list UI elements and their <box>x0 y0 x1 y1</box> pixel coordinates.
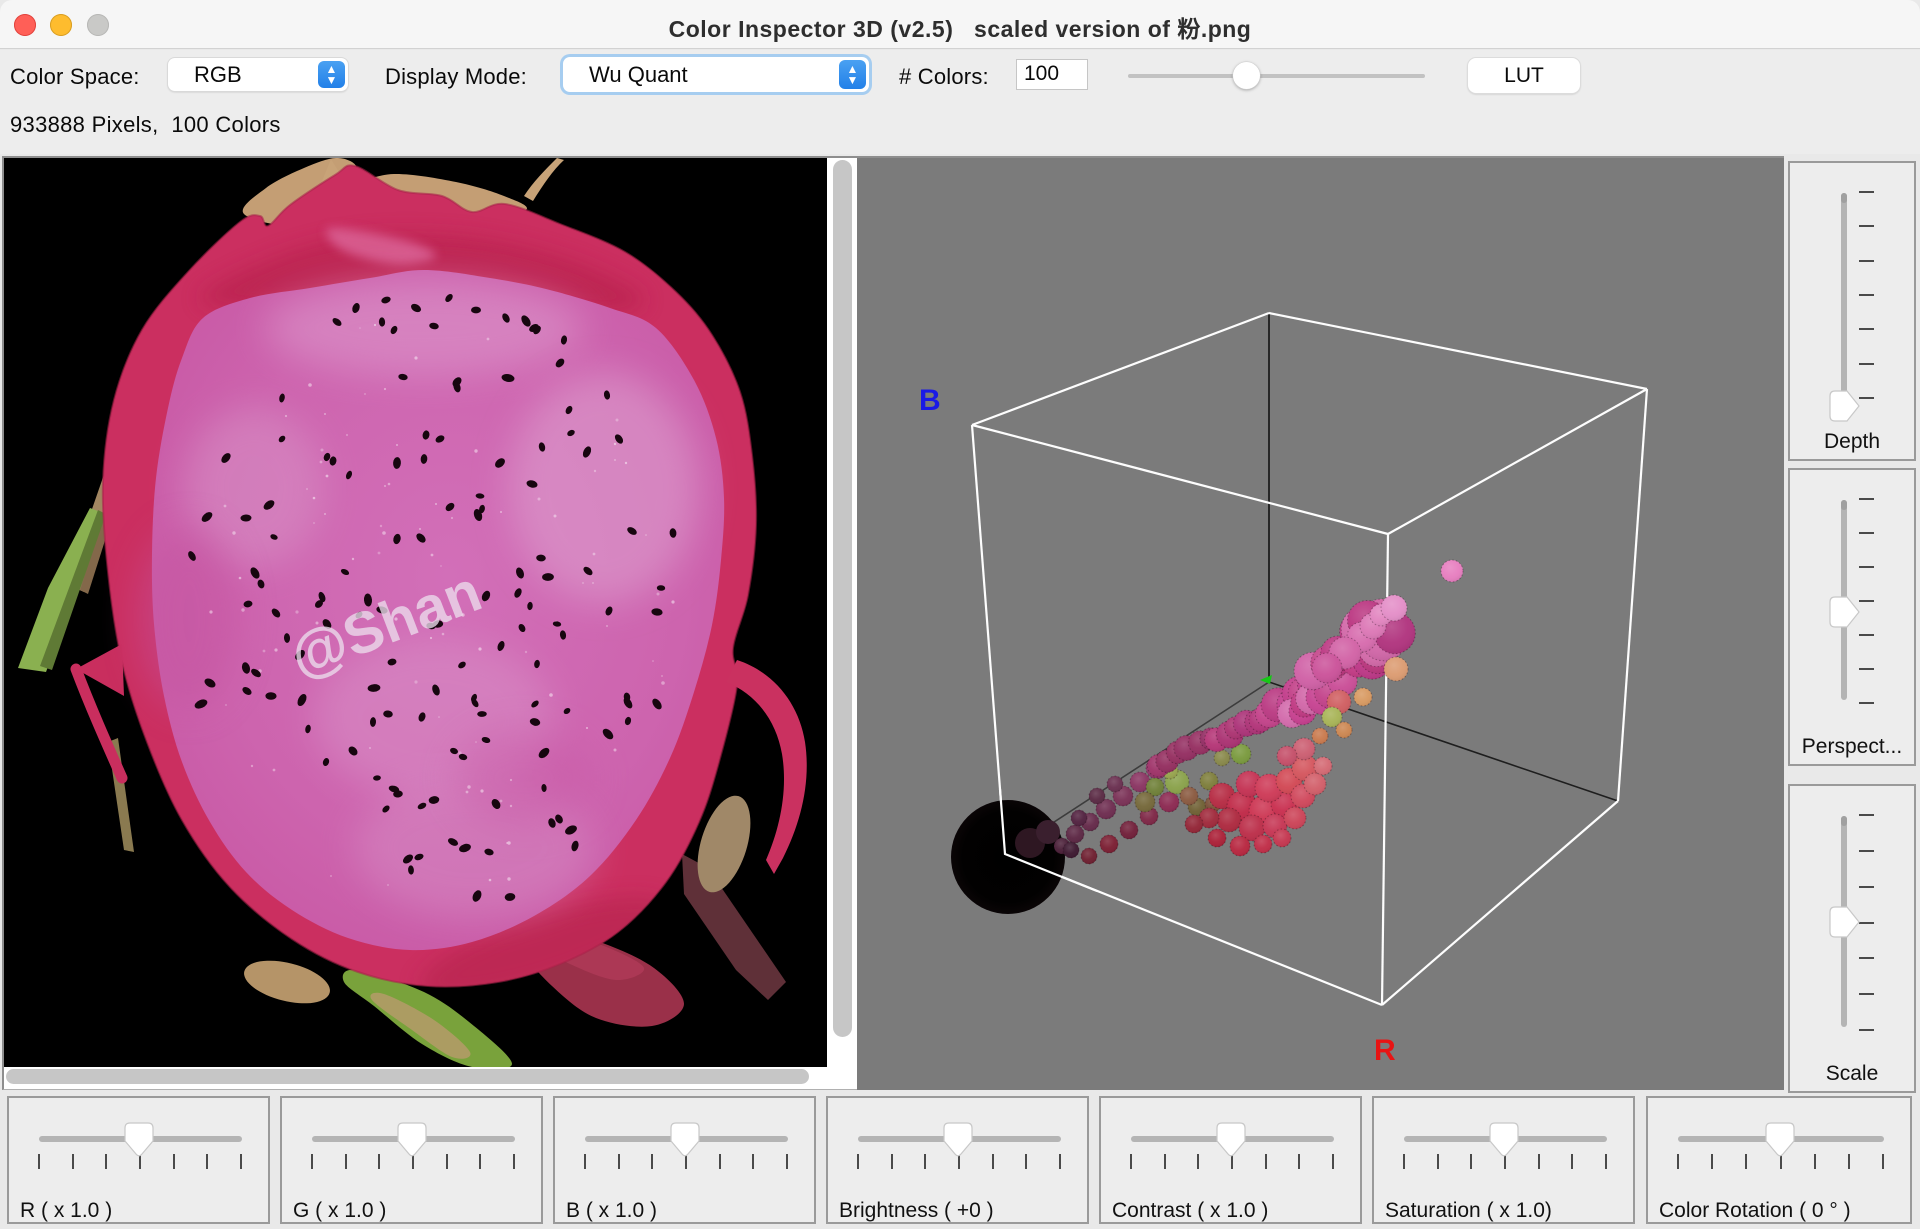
svg-text:Perspect...: Perspect... <box>1802 735 1902 758</box>
svg-text:Contrast ( x 1.0 ): Contrast ( x 1.0 ) <box>1112 1199 1268 1222</box>
svg-text:B: B <box>919 384 941 417</box>
svg-text:Depth: Depth <box>1824 430 1880 453</box>
svg-text:Saturation ( x 1.0): Saturation ( x 1.0) <box>1385 1199 1552 1222</box>
svg-text:Color Rotation ( 0 ° ): Color Rotation ( 0 ° ) <box>1659 1199 1851 1222</box>
svg-text:G ( x 1.0 ): G ( x 1.0 ) <box>293 1199 386 1222</box>
svg-text:B ( x 1.0 ): B ( x 1.0 ) <box>566 1199 657 1222</box>
svg-text:Scale: Scale <box>1826 1062 1879 1085</box>
svg-text:Brightness ( +0 ): Brightness ( +0 ) <box>839 1199 994 1222</box>
svg-text:R ( x 1.0 ): R ( x 1.0 ) <box>20 1199 112 1222</box>
svg-text:R: R <box>1374 1034 1396 1067</box>
